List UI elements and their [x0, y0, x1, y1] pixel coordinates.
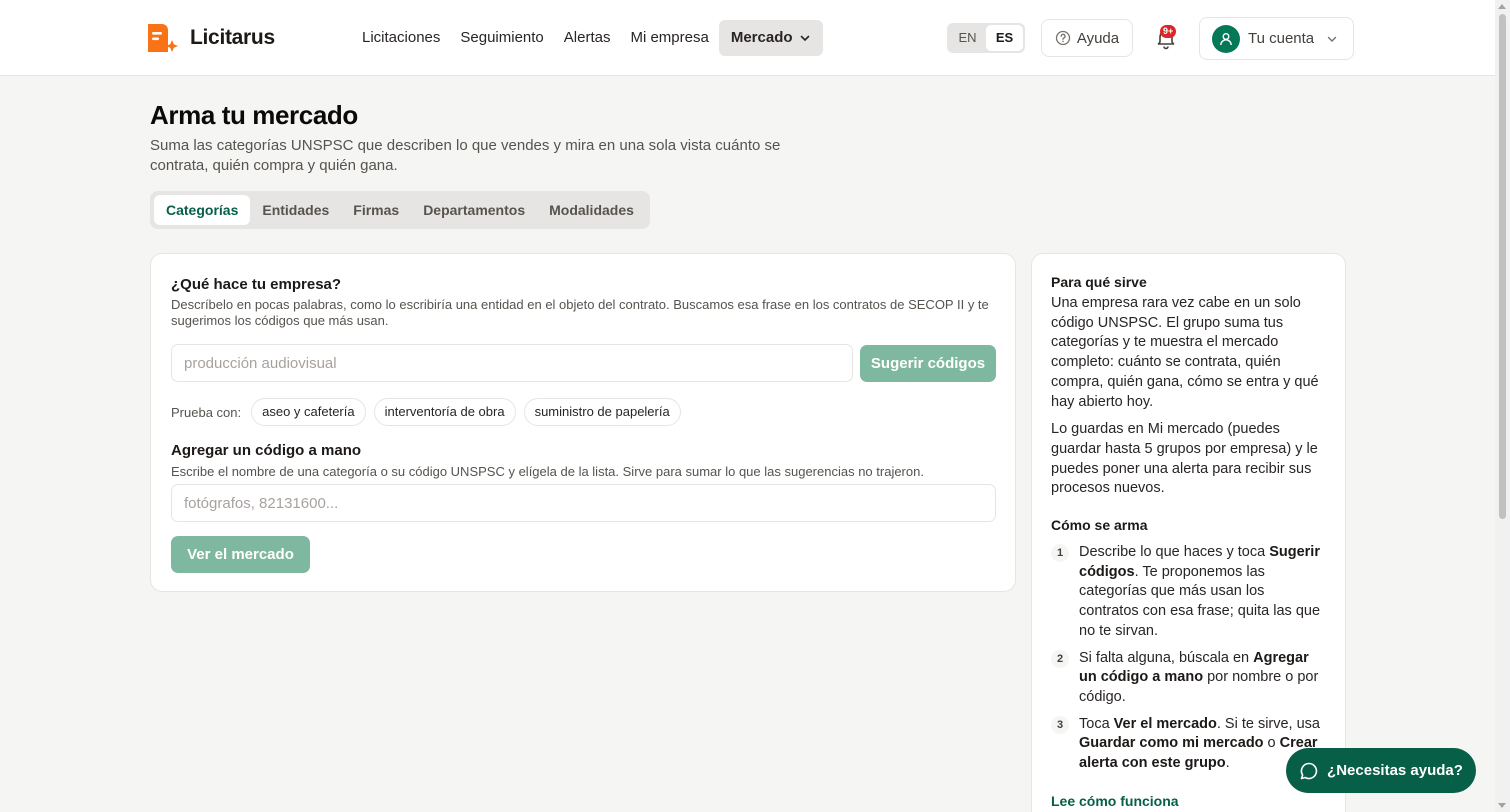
- main-nav: Licitaciones Seguimiento Alertas Mi empr…: [352, 20, 823, 56]
- step-item: 3 Toca Ver el mercado. Si te sirve, usa …: [1051, 715, 1326, 774]
- tab-entidades[interactable]: Entidades: [250, 195, 341, 225]
- need-help-chat-button[interactable]: ¿Necesitas ayuda?: [1286, 748, 1476, 793]
- top-navigation-bar: Licitarus Licitaciones Seguimiento Alert…: [0, 0, 1495, 76]
- company-question-title: ¿Qué hace tu empresa?: [171, 276, 342, 293]
- info-paragraph: Lo guardas en Mi mercado (puedes guardar…: [1051, 421, 1318, 497]
- help-button[interactable]: Ayuda: [1041, 19, 1133, 57]
- nav-item-mercado-label: Mercado: [730, 29, 793, 46]
- document-sparkle-icon: [148, 24, 178, 52]
- market-builder-card: ¿Qué hace tu empresa? Descríbelo en poca…: [150, 253, 1016, 592]
- tab-categorias[interactable]: Categorías: [154, 195, 251, 225]
- how-it-works-link[interactable]: Lee cómo funciona: [1051, 793, 1179, 809]
- page-title: Arma tu mercado: [150, 100, 358, 130]
- try-label: Prueba con:: [171, 404, 242, 420]
- lang-es-button[interactable]: ES: [986, 25, 1023, 51]
- need-help-label: ¿Necesitas ayuda?: [1327, 762, 1463, 779]
- logo-text: Licitarus: [190, 26, 275, 49]
- example-chip[interactable]: aseo y cafetería: [251, 398, 366, 426]
- page-scrollbar[interactable]: [1495, 0, 1510, 812]
- nav-item-alertas[interactable]: Alertas: [554, 20, 621, 56]
- logo[interactable]: Licitarus: [144, 20, 275, 56]
- view-market-button[interactable]: Ver el mercado: [171, 536, 310, 573]
- steps-list: 1 Describe lo que haces y toca Sugerir c…: [1051, 543, 1326, 774]
- tab-departamentos[interactable]: Departamentos: [411, 195, 537, 225]
- chevron-down-icon: [800, 35, 809, 42]
- chevron-down-icon: [1327, 36, 1337, 42]
- scroll-thumb[interactable]: [1499, 14, 1506, 519]
- manual-code-title: Agregar un código a mano: [171, 442, 362, 459]
- suggest-codes-button[interactable]: Sugerir códigos: [860, 345, 996, 382]
- example-chip[interactable]: interventoría de obra: [373, 398, 516, 426]
- page-subtitle: Suma las categorías UNSPSC que describen…: [150, 137, 781, 174]
- info-paragraph: Una empresa rara vez cabe en un solo cód…: [1051, 295, 1319, 410]
- step-number: 1: [1051, 544, 1069, 563]
- user-icon: [1220, 32, 1232, 45]
- manual-code-description: Escribe el nombre de una categoría o su …: [171, 464, 924, 479]
- view-tabs: Categorías Entidades Firmas Departamento…: [150, 191, 650, 229]
- example-chips: Prueba con: aseo y cafetería interventor…: [171, 398, 681, 426]
- step-item: 1 Describe lo que haces y toca Sugerir c…: [1051, 543, 1326, 642]
- info-title-purpose: Para qué sirve: [1051, 274, 1147, 290]
- info-title-how: Cómo se arma: [1051, 517, 1148, 534]
- tab-modalidades[interactable]: Modalidades: [537, 195, 646, 225]
- company-question-description: Descríbelo en pocas palabras, como lo es…: [171, 297, 989, 328]
- account-menu-button[interactable]: Tu cuenta: [1199, 17, 1354, 60]
- nav-item-mercado[interactable]: Mercado: [718, 20, 823, 56]
- nav-item-seguimiento[interactable]: Seguimiento: [450, 20, 553, 56]
- language-switcher: EN ES: [947, 23, 1025, 53]
- manual-code-input[interactable]: [171, 484, 996, 522]
- scroll-down-icon[interactable]: [1498, 803, 1506, 808]
- tab-firmas[interactable]: Firmas: [341, 195, 411, 225]
- step-text: Describe lo que haces y toca Sugerir cód…: [1079, 544, 1321, 639]
- question-circle-icon: [1055, 30, 1071, 46]
- notification-badge: 9+: [1160, 25, 1177, 38]
- nav-item-mi-empresa[interactable]: Mi empresa: [620, 20, 718, 56]
- help-button-label: Ayuda: [1076, 29, 1120, 47]
- nav-item-licitaciones[interactable]: Licitaciones: [352, 20, 450, 56]
- company-description-input[interactable]: [171, 344, 853, 382]
- step-item: 2 Si falta alguna, búscala en Agregar un…: [1051, 649, 1326, 708]
- avatar: [1212, 24, 1240, 53]
- account-label: Tu cuenta: [1248, 30, 1315, 47]
- chat-bubble-icon: [1300, 762, 1318, 779]
- step-number: 3: [1051, 715, 1069, 734]
- lang-en-button[interactable]: EN: [949, 25, 986, 51]
- scroll-up-icon[interactable]: [1498, 4, 1506, 9]
- info-panel: Para qué sirve Una empresa rara vez cabe…: [1031, 253, 1346, 812]
- step-number: 2: [1051, 649, 1069, 668]
- step-text: Si falta alguna, búscala en Agregar un c…: [1079, 649, 1319, 705]
- example-chip[interactable]: suministro de papelería: [523, 398, 681, 426]
